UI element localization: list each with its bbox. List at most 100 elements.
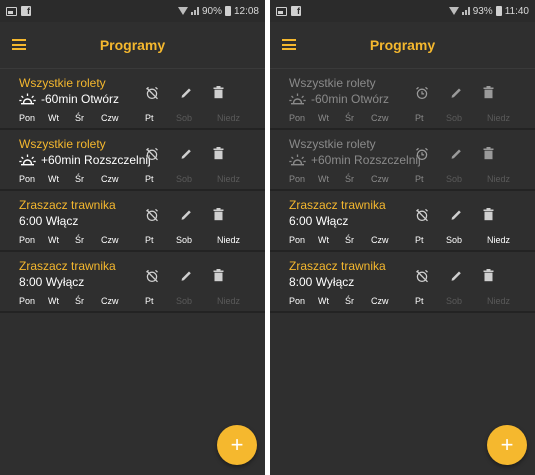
alarm-off-icon[interactable]	[145, 86, 159, 100]
trash-icon[interactable]	[483, 269, 494, 282]
alarm-icon[interactable]	[415, 86, 429, 100]
alarm-off-icon[interactable]	[145, 147, 159, 161]
edit-icon[interactable]	[180, 86, 193, 99]
program-action-text: -60min Otwórz	[41, 92, 120, 106]
add-program-button[interactable]: +	[487, 425, 527, 465]
program-action: -60min Otwórz	[289, 92, 389, 106]
program-action: +60min Rozszczelnij	[19, 153, 151, 167]
status-bar: f 90% 12:08	[0, 0, 265, 22]
weekday-label: Śr	[345, 235, 354, 245]
weekday-label: Pt	[415, 235, 424, 245]
program-name: Wszystkie rolety	[19, 76, 106, 90]
program-action-text: +60min Rozszczelnij	[311, 153, 421, 167]
alarm-off-icon[interactable]	[145, 269, 159, 283]
edit-icon[interactable]	[450, 269, 463, 282]
alarm-off-icon[interactable]	[145, 208, 159, 222]
weekday-label: Pt	[415, 296, 424, 306]
weekday-label: Śr	[75, 235, 84, 245]
program-card[interactable]: Wszystkie rolety +60min Rozszczelnij Pon…	[0, 130, 265, 191]
alarm-off-icon[interactable]	[415, 208, 429, 222]
weekday-label: Śr	[75, 174, 84, 184]
weekday-label: Czw	[371, 174, 389, 184]
program-card[interactable]: Wszystkie rolety -60min Otwórz Pon Wt Śr…	[270, 69, 535, 130]
status-bar: f 93% 11:40	[270, 0, 535, 22]
trash-icon[interactable]	[483, 86, 494, 99]
program-list: Wszystkie rolety -60min Otwórz Pon Wt Śr…	[270, 69, 535, 313]
edit-icon[interactable]	[450, 147, 463, 160]
trash-icon[interactable]	[213, 86, 224, 99]
weekday-label: Niedz	[217, 113, 241, 123]
program-action-text: 6:00 Włącz	[19, 214, 79, 228]
weekday-label: Sob	[176, 113, 193, 123]
phone-screen-right: f 93% 11:40 Programy Wszystkie rolety -6…	[270, 0, 535, 475]
program-action-text: 8:00 Wyłącz	[289, 275, 355, 289]
edit-icon[interactable]	[180, 147, 193, 160]
trash-icon[interactable]	[213, 269, 224, 282]
clock: 12:08	[233, 5, 259, 17]
plus-icon: +	[500, 432, 514, 457]
program-name: Zraszacz trawnika	[289, 259, 386, 273]
phone-screen-left: f 90% 12:08 Programy Wszystkie rolety -6…	[0, 0, 265, 475]
program-action-text: -60min Otwórz	[311, 92, 390, 106]
alarm-icon[interactable]	[415, 147, 429, 161]
facebook-notification-icon: f	[291, 6, 301, 16]
gallery-notification-icon	[276, 6, 287, 16]
edit-icon[interactable]	[450, 208, 463, 221]
trash-icon[interactable]	[213, 208, 224, 221]
program-card[interactable]: Zraszacz trawnika 8:00 Wyłącz Pon Wt Śr Czw…	[270, 252, 535, 313]
program-card[interactable]: Wszystkie rolety +60min Rozszczelnij Pon…	[270, 130, 535, 191]
program-action: +60min Rozszczelnij	[289, 153, 421, 167]
sunset-icon	[289, 154, 306, 166]
app-bar: Programy	[0, 22, 265, 69]
weekday-label: Czw	[101, 296, 119, 306]
weekday-label: Pon	[19, 174, 36, 184]
weekday-label: Pon	[289, 296, 306, 306]
edit-icon[interactable]	[180, 208, 193, 221]
menu-icon[interactable]	[282, 39, 296, 50]
weekday-label: Śr	[345, 113, 354, 123]
program-card[interactable]: Wszystkie rolety -60min Otwórz Pon Wt Śr…	[0, 69, 265, 130]
gallery-notification-icon	[6, 6, 17, 16]
program-action-text: +60min Rozszczelnij	[41, 153, 151, 167]
page-title: Programy	[99, 37, 166, 53]
battery-percent: 93%	[472, 5, 493, 17]
weekday-label: Pt	[415, 113, 424, 123]
program-card[interactable]: Zraszacz trawnika 6:00 Włącz Pon Wt Śr Czw P…	[270, 191, 535, 252]
trash-icon[interactable]	[483, 208, 494, 221]
weekday-label: Wt	[318, 113, 329, 123]
edit-icon[interactable]	[450, 86, 463, 99]
weekday-label: Sob	[176, 296, 193, 306]
weekday-label: Pon	[19, 235, 36, 245]
program-action: 6:00 Włącz	[19, 214, 78, 228]
alarm-off-icon[interactable]	[415, 269, 429, 283]
weekday-label: Sob	[446, 296, 463, 306]
plus-icon: +	[230, 432, 244, 457]
weekday-label: Sob	[446, 113, 463, 123]
wifi-icon	[448, 7, 459, 15]
weekday-row: Pon Wt Śr Czw Pt Sob Niedz	[289, 174, 519, 186]
weekday-label: Czw	[371, 296, 389, 306]
weekday-label: Pon	[19, 296, 36, 306]
weekday-label: Czw	[101, 174, 119, 184]
program-action: 8:00 Wyłącz	[289, 275, 354, 289]
weekday-label: Niedz	[487, 113, 511, 123]
program-card[interactable]: Zraszacz trawnika 8:00 Wyłącz Pon Wt Śr Czw…	[0, 252, 265, 313]
program-action: -60min Otwórz	[19, 92, 119, 106]
weekday-label: Niedz	[487, 235, 511, 245]
menu-icon[interactable]	[12, 39, 26, 50]
weekday-label: Czw	[371, 235, 389, 245]
weekday-label: Sob	[446, 174, 463, 184]
weekday-label: Śr	[75, 296, 84, 306]
weekday-row: Pon Wt Śr Czw Pt Sob Niedz	[19, 113, 249, 125]
weekday-label: Niedz	[217, 296, 241, 306]
program-card[interactable]: Zraszacz trawnika 6:00 Włącz Pon Wt Śr Czw P…	[0, 191, 265, 252]
trash-icon[interactable]	[483, 147, 494, 160]
edit-icon[interactable]	[180, 269, 193, 282]
weekday-label: Pt	[145, 235, 154, 245]
sunset-icon	[19, 154, 36, 166]
weekday-label: Czw	[371, 113, 389, 123]
add-program-button[interactable]: +	[217, 425, 257, 465]
trash-icon[interactable]	[213, 147, 224, 160]
weekday-label: Śr	[75, 113, 84, 123]
weekday-row: Pon Wt Śr Czw Pt Sob Niedz	[289, 296, 519, 308]
